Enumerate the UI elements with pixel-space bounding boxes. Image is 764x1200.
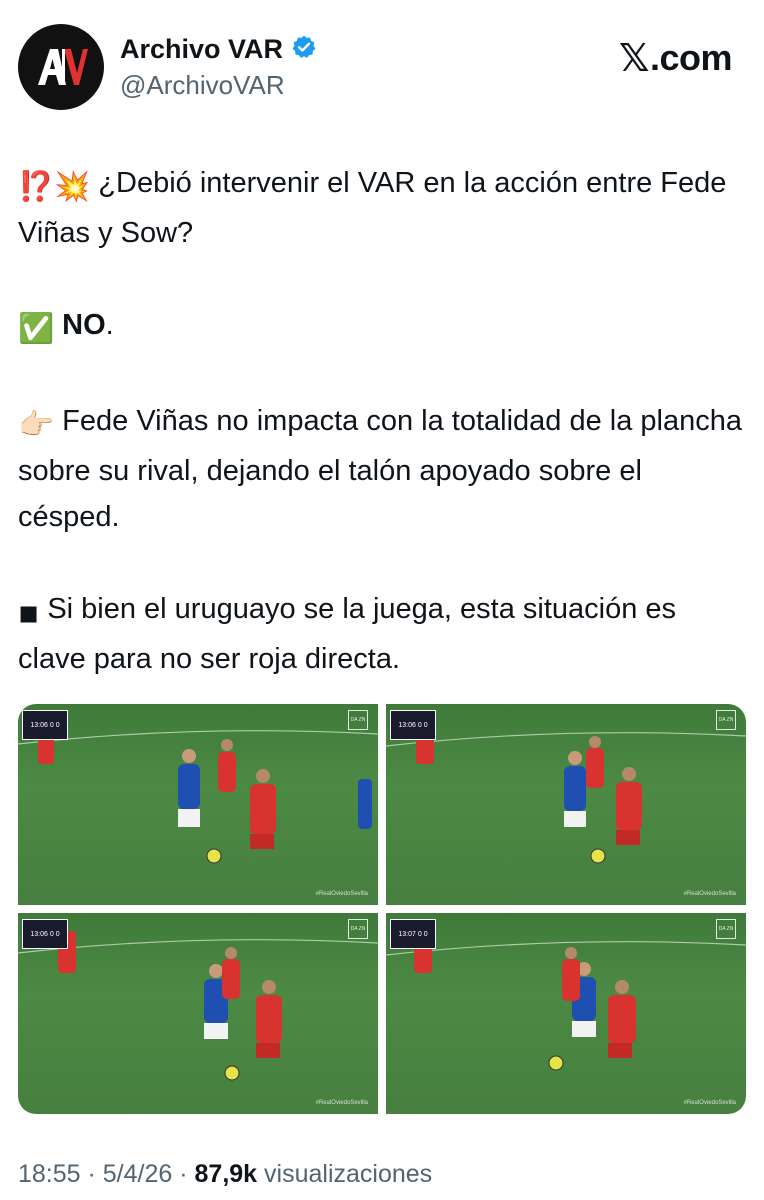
match-score: 0 0 — [417, 721, 428, 729]
author-name-row: Archivo VAR — [120, 34, 317, 65]
dazn-logo-icon: DA ZN — [348, 710, 368, 730]
dazn-logo-icon: DA ZN — [348, 919, 368, 939]
tweet-paragraph-answer: ✅ NO. — [18, 302, 746, 352]
verified-badge-icon — [291, 34, 317, 65]
tweet-time[interactable]: 18:55 — [18, 1160, 81, 1188]
meta-separator: · — [172, 1160, 195, 1188]
archivo-var-logo — [34, 45, 88, 89]
interrobang-emoji-icon: ⁉️ — [18, 171, 55, 203]
conclusion-text: Si bien el uruguayo se la juega, esta si… — [18, 593, 677, 675]
scoreboard: 13:06 0 0 — [390, 710, 436, 740]
pointing-hand-emoji-icon: 👉🏻 — [18, 409, 55, 441]
question-text: ¿Debió intervenir el VAR en la acción en… — [18, 167, 727, 249]
match-clock: 13:06 — [398, 721, 416, 729]
media-frame-4[interactable]: 13:07 0 0 DA ZN #RealOviedoSevilla — [386, 913, 746, 1114]
author-display-name[interactable]: Archivo VAR — [120, 34, 283, 65]
tweet-meta: 18:55 · 5/4/26 · 87,9k visualizaciones — [18, 1160, 432, 1189]
watermark: #RealOviedoSevilla — [315, 1100, 368, 1106]
watermark: #RealOviedoSevilla — [683, 1100, 736, 1106]
match-clock: 13:06 — [30, 721, 48, 729]
media-frame-3[interactable]: 13:06 0 0 DA ZN #RealOviedoSevilla — [18, 913, 378, 1114]
collision-emoji-icon: 💥 — [54, 171, 91, 203]
media-frame-2[interactable]: 13:06 0 0 DA ZN #RealOviedoSevilla — [386, 704, 746, 905]
match-scene-1 — [18, 724, 378, 864]
meta-separator: · — [80, 1160, 103, 1188]
scoreboard: 13:07 0 0 — [390, 919, 436, 949]
match-clock: 13:06 — [30, 930, 48, 938]
dazn-logo-icon: DA ZN — [716, 710, 736, 730]
dazn-logo-icon: DA ZN — [716, 919, 736, 939]
media-frame-1[interactable]: 13:06 0 0 DA ZN #RealOviedoSevilla — [18, 704, 378, 905]
views-label: visualizaciones — [257, 1160, 433, 1188]
author-handle[interactable]: @ArchivoVAR — [120, 70, 285, 101]
match-score: 0 0 — [49, 721, 60, 729]
match-score: 0 0 — [49, 930, 60, 938]
tweet-paragraph-question: ⁉️💥 ¿Debió intervenir el VAR en la acció… — [18, 160, 746, 256]
tweet-paragraph-explanation: 👉🏻 Fede Viñas no impacta con la totalida… — [18, 398, 746, 540]
match-scene-3 — [18, 931, 378, 1081]
match-scene-4 — [386, 931, 746, 1071]
x-logo-icon: 𝕏 — [618, 36, 650, 80]
scoreboard: 13:06 0 0 — [22, 919, 68, 949]
tweet-text: ⁉️💥 ¿Debió intervenir el VAR en la acció… — [18, 160, 746, 682]
tweet-date[interactable]: 5/4/26 — [103, 1160, 173, 1188]
black-square-emoji-icon: ◾ — [18, 597, 40, 629]
x-com-logo: 𝕏 .com — [618, 36, 733, 80]
watermark: #RealOviedoSevilla — [683, 891, 736, 897]
check-mark-emoji-icon: ✅ — [18, 313, 55, 345]
answer-tail: . — [105, 309, 114, 341]
match-score: 0 0 — [417, 930, 428, 938]
x-logo-text: .com — [649, 37, 733, 78]
watermark: #RealOviedoSevilla — [315, 891, 368, 897]
tweet-paragraph-conclusion: ◾ Si bien el uruguayo se la juega, esta … — [18, 586, 746, 682]
explanation-text: Fede Viñas no impacta con la totalidad d… — [18, 405, 742, 533]
author-avatar[interactable] — [18, 24, 104, 110]
views-count: 87,9k — [194, 1160, 258, 1188]
match-clock: 13:07 — [398, 930, 416, 938]
media-grid: 13:06 0 0 DA ZN #RealOviedoSevilla 13:06… — [18, 704, 746, 1114]
scoreboard: 13:06 0 0 — [22, 710, 68, 740]
answer-bold-text: NO — [62, 309, 106, 341]
match-scene-2 — [386, 722, 746, 864]
